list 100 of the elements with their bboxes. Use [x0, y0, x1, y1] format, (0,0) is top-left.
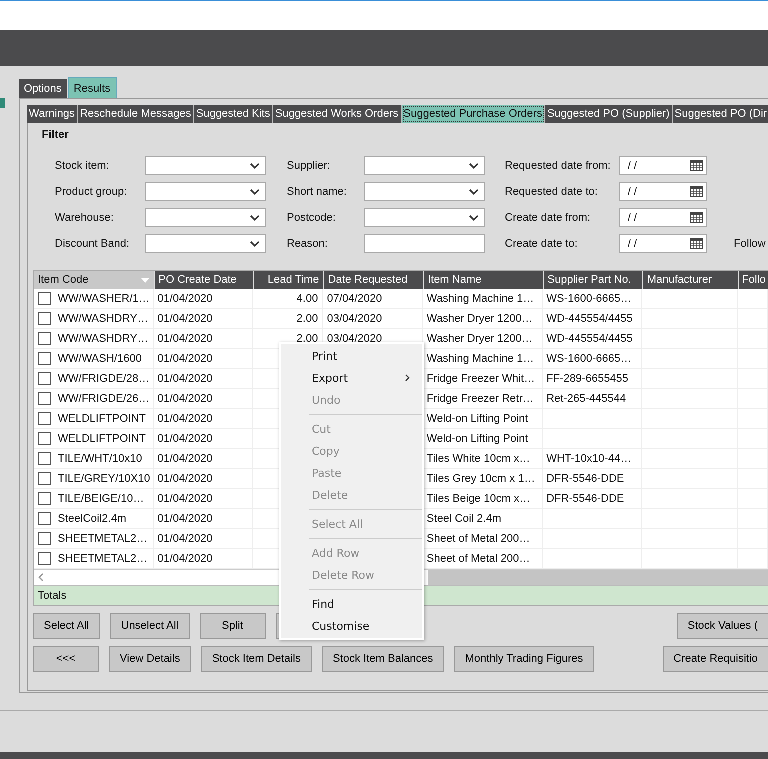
table-cell: 01/04/2020	[158, 452, 213, 464]
row-checkbox[interactable]	[38, 352, 51, 365]
row-checkbox[interactable]	[38, 532, 51, 545]
column-header[interactable]: Follo	[738, 271, 768, 289]
report-tab[interactable]: Warnings	[27, 105, 78, 123]
calendar-icon	[690, 186, 703, 197]
table-cell: SHEETMETAL2…	[58, 532, 148, 544]
dropdown-field[interactable]	[364, 156, 485, 175]
dropdown-field[interactable]	[145, 156, 266, 175]
table-cell: Washer Dryer 1200…	[426, 332, 533, 344]
table-cell: Steel Coil 2.4m	[426, 512, 502, 524]
chevron-icon	[250, 214, 260, 220]
sort-caret-icon	[140, 278, 150, 282]
action-button[interactable]: Monthly Trading Figures	[454, 646, 594, 672]
field-label: Warehouse:	[54, 212, 115, 224]
chevron-icon	[469, 162, 479, 168]
table-cell: 01/04/2020	[158, 492, 213, 504]
calendar-icon	[690, 160, 703, 171]
column-header[interactable]: Item Code	[34, 271, 154, 289]
action-button[interactable]: Stock Values (	[676, 613, 768, 639]
table-cell: 01/04/2020	[158, 352, 213, 364]
column-header[interactable]: Supplier Part No.	[542, 271, 642, 289]
column-header[interactable]: Item Name	[422, 271, 543, 289]
table-cell: Tiles Beige 10cm x…	[426, 492, 530, 504]
dropdown-field[interactable]	[364, 182, 485, 201]
column-header[interactable]: Date Requested	[323, 271, 423, 289]
table-cell: WW/WASHDRY…	[58, 312, 148, 324]
row-checkbox[interactable]	[38, 492, 51, 505]
chevron-icon	[469, 188, 479, 194]
menu-item[interactable]: Customise	[281, 615, 422, 637]
column-header[interactable]: Lead Time	[253, 271, 324, 289]
field-label: Postcode:	[286, 212, 337, 224]
table-cell: Weld-on Lifting Point	[426, 412, 528, 424]
table-cell: DFR-5546-DDE	[546, 472, 624, 484]
date-field[interactable]: / /	[619, 234, 707, 253]
results-tab[interactable]: Results	[68, 77, 117, 98]
field-label: Requested date from:	[504, 160, 612, 172]
dropdown-field[interactable]	[364, 208, 485, 227]
action-button[interactable]: View Details	[109, 646, 192, 672]
table-cell: Tiles Grey 10cm x 1…	[426, 472, 536, 484]
column-header[interactable]: PO Create Date	[154, 271, 254, 289]
row-checkbox[interactable]	[38, 332, 51, 345]
action-button[interactable]: Select All	[33, 613, 100, 639]
action-button[interactable]: Create Requisitio	[662, 646, 768, 672]
date-field[interactable]: / /	[619, 208, 707, 227]
totals-label: Totals	[38, 590, 67, 602]
calendar-icon	[690, 212, 703, 223]
dropdown-field[interactable]	[145, 234, 266, 253]
field-label: Reason:	[286, 238, 329, 250]
chevron-icon	[250, 240, 260, 246]
table-cell: SHEETMETAL2…	[58, 552, 148, 564]
action-button[interactable]: Unselect All	[110, 613, 190, 639]
date-field[interactable]: / /	[619, 182, 707, 201]
table-cell: 01/04/2020	[158, 432, 213, 444]
menu-item[interactable]: Export	[281, 367, 422, 389]
table-cell: Washing Machine 1…	[426, 352, 534, 364]
row-checkbox[interactable]	[38, 412, 51, 425]
row-checkbox[interactable]	[38, 552, 51, 565]
row-checkbox[interactable]	[38, 372, 51, 385]
results-tab[interactable]: Options	[19, 79, 67, 98]
menu-item[interactable]: Find	[281, 593, 422, 615]
row-checkbox[interactable]	[38, 452, 51, 465]
field-label: Supplier:	[286, 160, 332, 172]
report-tab[interactable]: Suggested PO (Supplier)	[545, 105, 673, 123]
table-cell: WW/FRIGDE/28…	[58, 372, 150, 384]
report-tab[interactable]: Suggested Works Orders	[273, 105, 402, 123]
report-tab[interactable]: Suggested Purchase Orders	[402, 105, 546, 123]
dropdown-field[interactable]	[145, 182, 266, 201]
table-cell: 01/04/2020	[158, 392, 213, 404]
row-checkbox[interactable]	[38, 292, 51, 305]
field-label: Discount Band:	[54, 238, 131, 250]
report-tab[interactable]: Suggested Kits	[194, 105, 274, 123]
table-cell: 07/04/2020	[327, 292, 382, 304]
date-field[interactable]: / /	[619, 156, 707, 175]
table-cell: 01/04/2020	[158, 552, 213, 564]
dropdown-field[interactable]	[145, 208, 266, 227]
action-button[interactable]: Split	[200, 613, 266, 639]
text-field[interactable]	[364, 234, 485, 253]
row-checkbox[interactable]	[38, 312, 51, 325]
table-cell: TILE/WHT/10x10	[58, 452, 142, 464]
menu-item[interactable]: Print	[281, 345, 422, 367]
action-button[interactable]: <<<	[33, 646, 99, 672]
column-header[interactable]: Manufacturer	[642, 271, 738, 289]
table-cell: 03/04/2020	[327, 312, 382, 324]
chevron-icon	[250, 162, 260, 168]
row-checkbox[interactable]	[38, 392, 51, 405]
table-cell: WELDLIFTPOINT	[58, 412, 146, 424]
table-cell: Fridge Freezer Whit…	[426, 372, 536, 384]
row-checkbox[interactable]	[38, 432, 51, 445]
report-tab[interactable]: Suggested PO (Dir	[672, 105, 768, 123]
row-checkbox[interactable]	[38, 512, 51, 525]
table-cell: WW/WASHER/1…	[58, 292, 150, 304]
table-cell: Washer Dryer 1200…	[426, 312, 533, 324]
action-button[interactable]: Stock Item Balances	[322, 646, 444, 672]
table-cell: FF-289-6655455	[546, 372, 629, 384]
side-marker	[0, 98, 5, 108]
row-checkbox[interactable]	[38, 472, 51, 485]
table-cell: DFR-5546-DDE	[546, 492, 624, 504]
action-button[interactable]: Stock Item Details	[201, 646, 312, 672]
report-tab[interactable]: Reschedule Messages	[78, 105, 194, 123]
